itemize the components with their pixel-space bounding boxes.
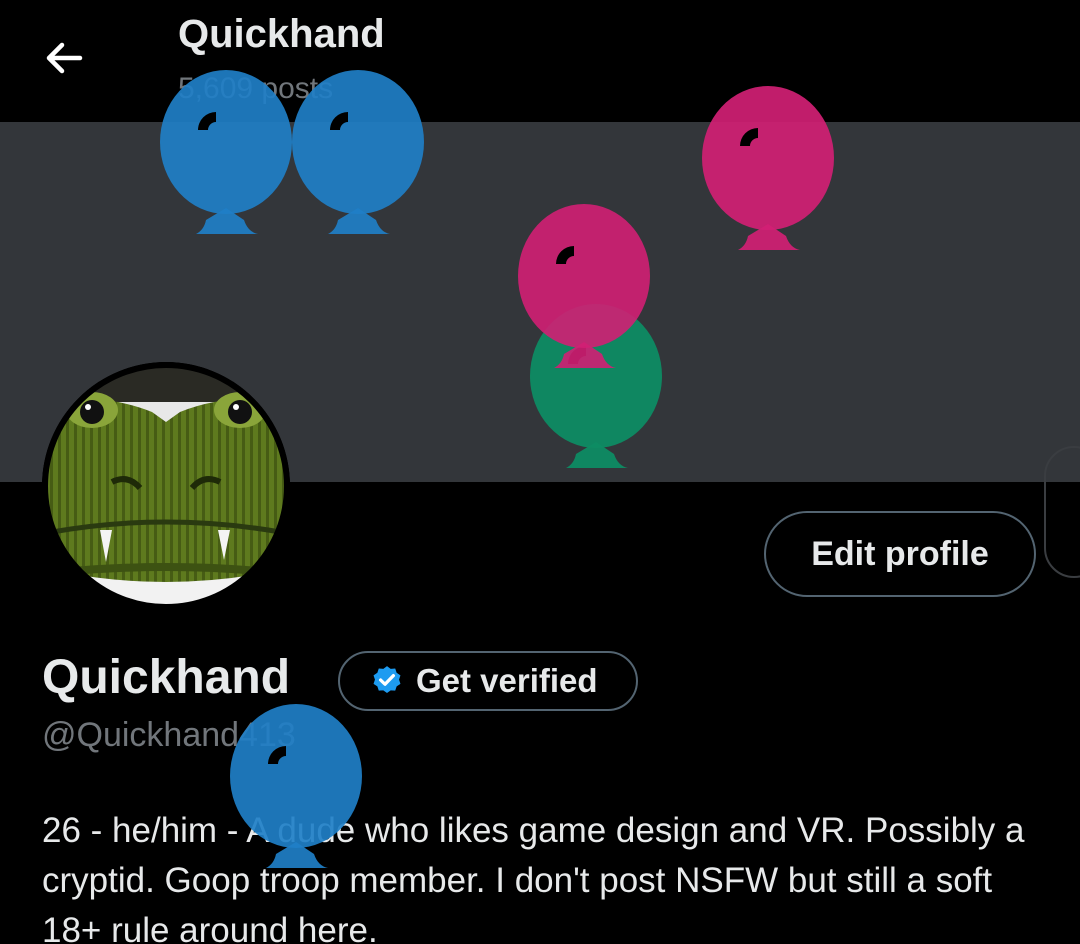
balloon-icon (160, 70, 292, 234)
get-verified-button[interactable]: Get verified (338, 651, 638, 711)
avatar[interactable] (42, 362, 290, 610)
back-arrow-icon (46, 42, 83, 74)
profile-bio: 26 - he/him - A dude who likes game desi… (42, 811, 1025, 944)
verified-badge-icon (373, 666, 401, 694)
balloon-icon (702, 86, 834, 250)
balloon-icon (518, 204, 650, 368)
display-name: Quickhand (42, 651, 291, 704)
scroll-handle[interactable] (1044, 446, 1080, 578)
profile-page: Quickhand 5,609 posts (0, 0, 1080, 944)
back-button[interactable] (36, 30, 92, 86)
balloon-icon (230, 704, 362, 868)
header-title: Quickhand (178, 12, 385, 56)
edit-profile-button[interactable]: Edit profile (764, 511, 1036, 597)
get-verified-label: Get verified (416, 662, 598, 699)
avatar-image (42, 362, 290, 610)
balloon-icon (292, 70, 424, 234)
